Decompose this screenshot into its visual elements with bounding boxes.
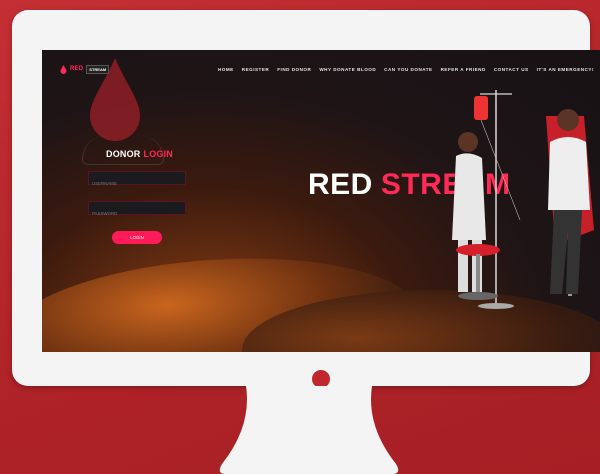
nav-find-donor[interactable]: FIND DONOR [277,67,311,72]
monitor-frame: RED STREAM HOME REGISTER FIND DONOR WHY … [12,10,600,388]
top-navigation: RED STREAM HOME REGISTER FIND DONOR WHY … [60,62,594,76]
nav-refer-a-friend[interactable]: REFER A FRIEND [441,67,486,72]
username-input[interactable] [89,177,185,190]
nav-register[interactable]: REGISTER [242,67,269,72]
site-logo[interactable]: RED STREAM [60,64,110,74]
website-screen: RED STREAM HOME REGISTER FIND DONOR WHY … [42,50,600,352]
hero-red: RED [308,168,373,201]
username-field[interactable] [88,171,186,190]
logo-stream-text: STREAM [86,64,110,74]
logo-red-text: RED [70,66,84,72]
nav-emergency[interactable]: IT'S AN EMERGENCY! [537,67,594,72]
nav-why-donate-blood[interactable]: WHY DONATE BLOOD [319,67,376,72]
nav-can-you-donate[interactable]: CAN YOU DONATE [384,67,432,72]
monitor-stand [219,386,399,474]
donation-illustration [452,90,594,309]
nav-menu: HOME REGISTER FIND DONOR WHY DONATE BLOO… [218,67,594,72]
login-title: DONOR LOGIN [106,149,173,159]
password-field[interactable] [88,201,186,220]
nav-home[interactable]: HOME [218,67,234,72]
login-title-login: LOGIN [143,149,173,159]
login-title-donor: DONOR [106,149,141,159]
login-button[interactable]: LOGIN [112,231,162,244]
blood-drop-icon [60,64,67,74]
nav-contact-us[interactable]: CONTACT US [494,67,529,72]
password-input[interactable] [89,207,185,220]
